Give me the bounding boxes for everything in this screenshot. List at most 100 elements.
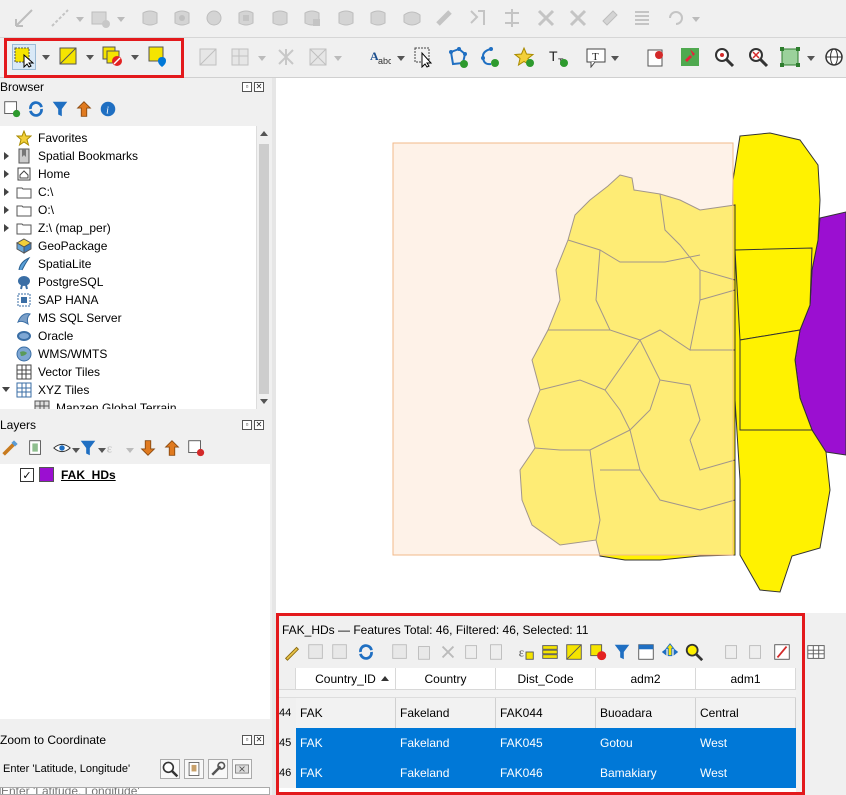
rotate-dropdown[interactable] xyxy=(692,17,700,23)
browser-item[interactable]: Mapzen Global Terrain xyxy=(0,399,255,409)
close-panel-icon[interactable]: ✕ xyxy=(254,82,264,92)
expand-arrow-icon[interactable] xyxy=(2,169,12,179)
close-panel-icon[interactable]: ✕ xyxy=(254,420,264,430)
identify-icon[interactable] xyxy=(196,45,220,69)
expand-arrow-icon[interactable] xyxy=(2,187,12,197)
merge-features-icon[interactable] xyxy=(500,6,524,30)
scroll-down-arrow[interactable] xyxy=(260,399,268,404)
browser-scrollbar[interactable] xyxy=(256,126,270,409)
browser-item[interactable]: SpatiaLite xyxy=(0,255,255,273)
zoom-full-icon[interactable] xyxy=(778,45,802,69)
expand-arrow-icon[interactable] xyxy=(2,385,12,395)
float-panel-icon[interactable]: ▫ xyxy=(242,735,252,745)
browser-item[interactable]: Spatial Bookmarks xyxy=(0,147,255,165)
style-manager-icon[interactable] xyxy=(0,438,20,458)
label-options-icon[interactable] xyxy=(512,45,536,69)
close-panel-icon[interactable]: ✕ xyxy=(254,735,264,745)
layer-symbol-swatch[interactable] xyxy=(39,467,54,482)
add-group-icon[interactable] xyxy=(26,438,46,458)
settings-wrench-icon[interactable] xyxy=(208,759,228,779)
browser-item[interactable]: Favorites xyxy=(0,129,255,147)
move-feature-icon[interactable] xyxy=(138,6,162,30)
split-features-icon[interactable] xyxy=(432,6,456,30)
node-tool-icon[interactable] xyxy=(170,6,194,30)
browser-item[interactable]: PostgreSQL xyxy=(0,273,255,291)
delete-ring-icon[interactable] xyxy=(300,6,324,30)
browser-item[interactable]: Vector Tiles xyxy=(0,363,255,381)
text-box-dropdown[interactable] xyxy=(611,56,619,62)
measure-icon[interactable] xyxy=(228,45,252,69)
align-icon[interactable] xyxy=(630,6,654,30)
rotate-feature-icon[interactable] xyxy=(664,6,688,30)
digitize-dropdown[interactable] xyxy=(76,17,84,23)
map-pin-icon[interactable] xyxy=(678,45,702,69)
delete-part-icon[interactable] xyxy=(202,6,226,30)
select-label-dropdown[interactable] xyxy=(334,56,342,62)
copy-coordinate-icon[interactable] xyxy=(184,759,204,779)
show-labels-icon[interactable] xyxy=(412,45,436,69)
remove-layer-icon[interactable] xyxy=(186,438,206,458)
zoom-in-icon[interactable] xyxy=(712,45,736,69)
add-polygon-icon[interactable] xyxy=(88,6,112,30)
merge-attributes-icon[interactable] xyxy=(466,6,490,30)
scroll-thumb[interactable] xyxy=(259,144,269,394)
select-label-icon[interactable] xyxy=(306,45,330,69)
browser-item[interactable]: C:\ xyxy=(0,183,255,201)
coordinate-input[interactable] xyxy=(0,787,270,795)
pin-labels-icon[interactable]: Aabc xyxy=(368,45,392,69)
browser-item[interactable]: MS SQL Server xyxy=(0,309,255,327)
conditional-format-icon[interactable] xyxy=(806,642,826,662)
measure-dropdown[interactable] xyxy=(258,56,266,62)
simplify-icon[interactable] xyxy=(566,6,590,30)
browser-item[interactable]: SAP HANA xyxy=(0,291,255,309)
expression-dropdown[interactable] xyxy=(126,448,134,454)
add-selected-layers-icon[interactable] xyxy=(2,99,22,119)
browser-item[interactable]: Oracle xyxy=(0,327,255,345)
change-label-icon[interactable] xyxy=(446,45,470,69)
browser-item[interactable]: Home xyxy=(0,165,255,183)
filter-legend-icon[interactable] xyxy=(78,438,98,458)
collapse-all-layers-icon[interactable] xyxy=(162,438,182,458)
scroll-up-arrow[interactable] xyxy=(260,131,268,136)
zoom-out-icon[interactable] xyxy=(746,45,770,69)
layer-name[interactable]: FAK_HDs xyxy=(61,468,116,482)
map-canvas[interactable] xyxy=(276,78,846,613)
refresh-icon[interactable] xyxy=(26,99,46,119)
browser-item[interactable]: GeoPackage xyxy=(0,237,255,255)
reshape-icon[interactable] xyxy=(334,6,358,30)
fill-ring-icon[interactable] xyxy=(268,6,292,30)
float-panel-icon[interactable]: ▫ xyxy=(242,82,252,92)
globe-icon[interactable] xyxy=(822,45,846,69)
pin-labels-dropdown[interactable] xyxy=(397,56,405,62)
clear-icon[interactable] xyxy=(232,759,252,779)
text-annotation-icon[interactable] xyxy=(274,45,298,69)
add-text-icon[interactable] xyxy=(478,45,502,69)
digitize-icon[interactable] xyxy=(48,6,72,30)
info-icon[interactable]: i xyxy=(98,99,118,119)
rotate-label-icon[interactable] xyxy=(598,6,622,30)
expand-arrow-icon[interactable] xyxy=(2,205,12,215)
browser-item[interactable]: WMS/WMTS xyxy=(0,345,255,363)
offset-curve-icon[interactable] xyxy=(366,6,390,30)
district[interactable] xyxy=(734,247,813,341)
zoom-to-icon[interactable] xyxy=(160,759,180,779)
visibility-eye-icon[interactable] xyxy=(52,438,72,458)
browser-item[interactable]: Z:\ (map_per) xyxy=(0,219,255,237)
layer-visibility-checkbox[interactable]: ✓ xyxy=(20,468,34,482)
browser-item[interactable]: O:\ xyxy=(0,201,255,219)
expression-filter-icon[interactable]: ε xyxy=(104,438,124,458)
expand-all-icon[interactable] xyxy=(138,438,158,458)
new-bookmark-icon[interactable]: TT xyxy=(546,45,570,69)
split-parts-icon[interactable] xyxy=(400,6,424,30)
browser-item[interactable]: XYZ Tiles xyxy=(0,381,255,399)
zoom-dropdown[interactable] xyxy=(807,56,815,62)
pin-icon[interactable] xyxy=(644,45,668,69)
expand-arrow-icon[interactable] xyxy=(2,223,12,233)
add-polygon-dropdown[interactable] xyxy=(117,17,125,23)
collapse-all-icon[interactable] xyxy=(74,99,94,119)
rotate-point-icon[interactable] xyxy=(534,6,558,30)
toggle-editing-icon[interactable] xyxy=(12,6,36,30)
float-panel-icon[interactable]: ▫ xyxy=(242,420,252,430)
filter-icon[interactable] xyxy=(50,99,70,119)
text-box-icon[interactable]: T xyxy=(584,45,608,69)
